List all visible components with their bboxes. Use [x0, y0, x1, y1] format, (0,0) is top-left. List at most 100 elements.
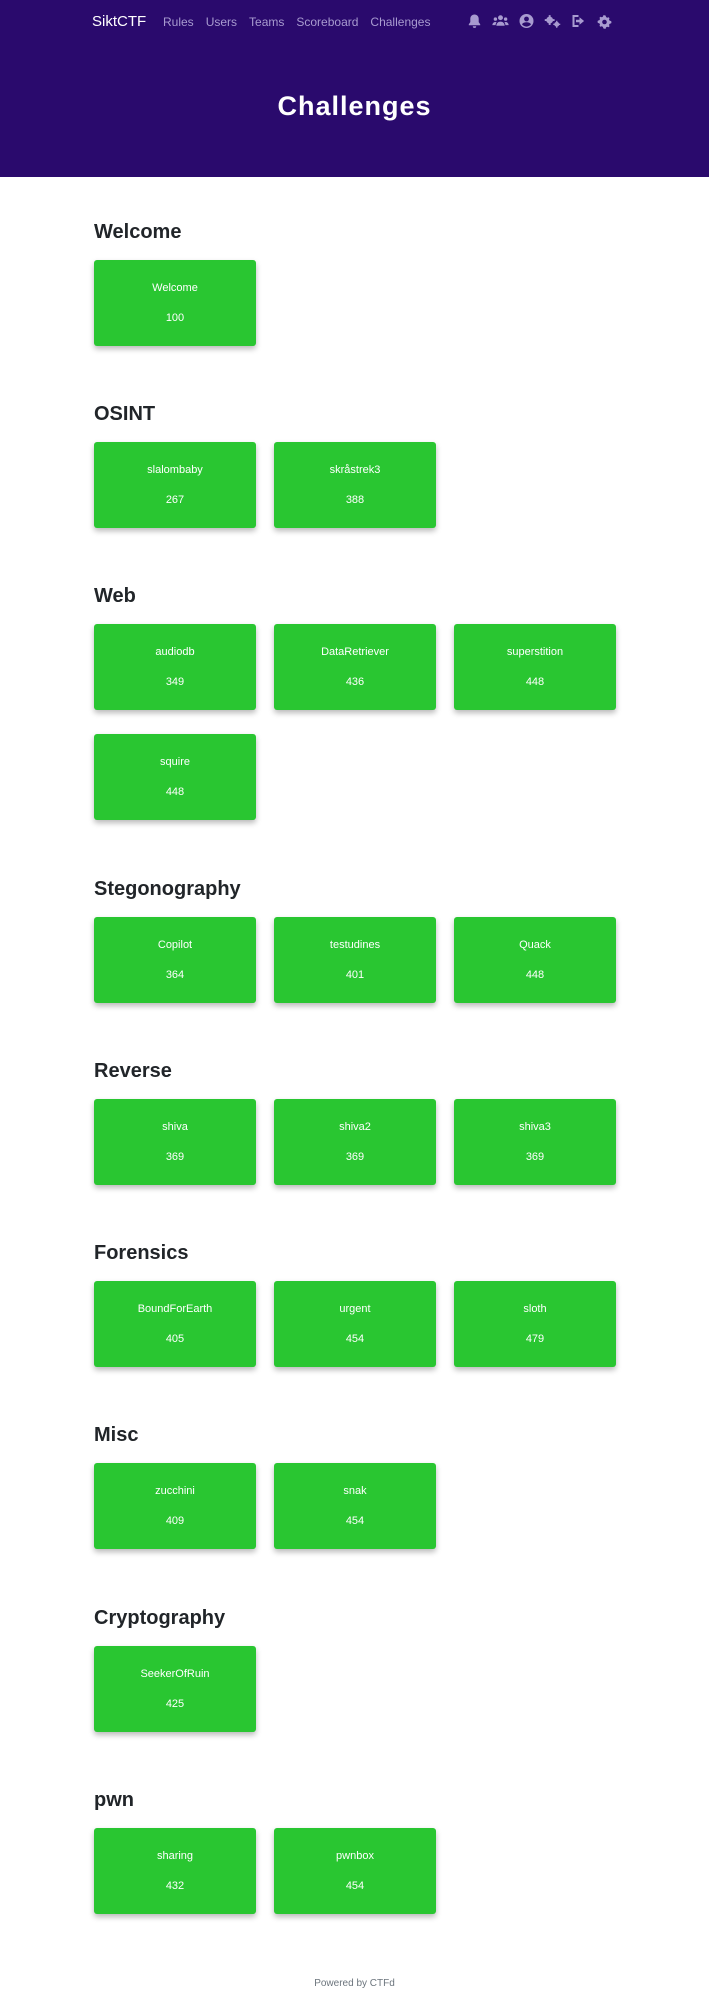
challenge-card[interactable]: sloth 479 — [454, 1281, 616, 1367]
challenge-points: 369 — [525, 1151, 545, 1163]
gear-icon[interactable] — [596, 13, 613, 29]
challenge-card[interactable]: testudines 401 — [274, 917, 436, 1003]
category-welcome: Welcome Welcome 100 — [94, 220, 634, 370]
challenge-card[interactable]: DataRetriever 436 — [274, 624, 436, 710]
challenge-name: audiodb — [155, 646, 195, 658]
challenge-points: 388 — [345, 494, 365, 506]
bell-icon[interactable] — [466, 13, 483, 29]
challenge-points: 479 — [525, 1333, 545, 1345]
brand-link[interactable]: SiktCTF — [92, 13, 146, 31]
top-navbar: SiktCTF Rules Users Teams Scoreboard Cha… — [0, 0, 709, 44]
category-title: Forensics — [94, 1242, 189, 1264]
challenge-name: testudines — [329, 939, 381, 951]
challenge-name: urgent — [339, 1303, 371, 1315]
challenge-name: shiva — [162, 1121, 188, 1133]
challenge-points: 425 — [165, 1698, 185, 1710]
challenge-list: BoundForEarth 405 urgent 454 sloth 479 — [94, 1281, 634, 1391]
category-title: OSINT — [94, 403, 156, 425]
category-title: Misc — [94, 1424, 139, 1446]
challenge-card[interactable]: Copilot 364 — [94, 917, 256, 1003]
challenge-points: 364 — [165, 969, 185, 981]
nav-link-users[interactable]: Users — [206, 15, 237, 29]
category-title: pwn — [94, 1789, 134, 1811]
challenge-card[interactable]: zucchini 409 — [94, 1463, 256, 1549]
challenge-name: skråstrek3 — [329, 464, 381, 476]
challenge-name: shiva2 — [339, 1121, 371, 1133]
challenge-card[interactable]: sharing 432 — [94, 1828, 256, 1914]
challenge-card[interactable]: SeekerOfRuin 425 — [94, 1646, 256, 1732]
challenge-list: audiodb 349 DataRetriever 436 superstiti… — [94, 624, 634, 844]
challenge-card[interactable]: squire 448 — [94, 734, 256, 820]
challenge-list: sharing 432 pwnbox 454 — [94, 1828, 634, 1938]
nav-icons — [466, 13, 622, 29]
challenge-name: shiva3 — [519, 1121, 551, 1133]
challenge-card[interactable]: pwnbox 454 — [274, 1828, 436, 1914]
challenge-card[interactable]: superstition 448 — [454, 624, 616, 710]
challenge-list: slalombaby 267 skråstrek3 388 — [94, 442, 634, 552]
challenge-points: 405 — [165, 1333, 185, 1345]
category-title: Stegonography — [94, 878, 241, 900]
nav-link-rules[interactable]: Rules — [163, 15, 194, 29]
challenge-list: Copilot 364 testudines 401 Quack 448 — [94, 917, 634, 1027]
category-osint: OSINT slalombaby 267 skråstrek3 388 — [94, 402, 634, 552]
challenge-card[interactable]: Quack 448 — [454, 917, 616, 1003]
user-circle-icon[interactable] — [518, 13, 535, 29]
nav-link-challenges[interactable]: Challenges — [370, 15, 430, 29]
category-title: Welcome — [94, 221, 182, 243]
challenge-name: SeekerOfRuin — [140, 1668, 210, 1680]
challenge-points: 448 — [165, 786, 185, 798]
challenge-points: 349 — [165, 676, 185, 688]
challenge-card[interactable]: Welcome 100 — [94, 260, 256, 346]
challenge-list: zucchini 409 snak 454 — [94, 1463, 634, 1573]
challenge-name: Copilot — [157, 939, 193, 951]
category-title: Cryptography — [94, 1607, 226, 1629]
challenge-card[interactable]: slalombaby 267 — [94, 442, 256, 528]
challenge-card[interactable]: BoundForEarth 405 — [94, 1281, 256, 1367]
challenge-name: Welcome — [152, 282, 198, 294]
challenge-card[interactable]: urgent 454 — [274, 1281, 436, 1367]
category-title: Web — [94, 585, 136, 607]
challenge-name: Quack — [519, 939, 551, 951]
cogs-icon[interactable] — [544, 13, 561, 29]
powered-by-link[interactable]: Powered by CTFd — [314, 1978, 395, 1989]
challenge-points: 448 — [525, 676, 545, 688]
challenge-card[interactable]: shiva3 369 — [454, 1099, 616, 1185]
challenge-name: pwnbox — [336, 1850, 374, 1862]
users-icon[interactable] — [492, 13, 509, 29]
challenge-card[interactable]: shiva 369 — [94, 1099, 256, 1185]
category-forensics: Forensics BoundForEarth 405 urgent 454 s… — [94, 1241, 634, 1391]
challenge-name: snak — [343, 1485, 367, 1497]
challenge-card[interactable]: skråstrek3 388 — [274, 442, 436, 528]
challenge-name: BoundForEarth — [137, 1303, 213, 1315]
category-cryptography: Cryptography SeekerOfRuin 425 — [94, 1606, 634, 1756]
challenge-points: 409 — [165, 1515, 185, 1527]
challenge-name: superstition — [506, 646, 564, 658]
nav-link-teams[interactable]: Teams — [249, 15, 284, 29]
category-title: Reverse — [94, 1060, 172, 1082]
logout-icon[interactable] — [570, 13, 587, 29]
category-reverse: Reverse shiva 369 shiva2 369 shiva3 369 — [94, 1059, 634, 1209]
challenge-name: slalombaby — [147, 464, 203, 476]
category-misc: Misc zucchini 409 snak 454 — [94, 1423, 634, 1573]
category-pwn: pwn sharing 432 pwnbox 454 — [94, 1788, 634, 1938]
challenge-name: sloth — [523, 1303, 547, 1315]
challenge-points: 448 — [525, 969, 545, 981]
challenge-name: DataRetriever — [321, 646, 389, 658]
challenge-points: 401 — [345, 969, 365, 981]
challenge-points: 369 — [345, 1151, 365, 1163]
challenge-name: sharing — [156, 1850, 194, 1862]
nav-links: Rules Users Teams Scoreboard Challenges — [163, 15, 442, 29]
page-title: Challenges — [277, 91, 432, 121]
page-header: Challenges — [0, 44, 709, 177]
challenge-list: SeekerOfRuin 425 — [94, 1646, 634, 1756]
challenge-list: Welcome 100 — [94, 260, 634, 370]
challenge-points: 369 — [165, 1151, 185, 1163]
challenge-card[interactable]: shiva2 369 — [274, 1099, 436, 1185]
category-stegonography: Stegonography Copilot 364 testudines 401… — [94, 877, 634, 1027]
challenge-card[interactable]: audiodb 349 — [94, 624, 256, 710]
category-web: Web audiodb 349 DataRetriever 436 supers… — [94, 584, 634, 844]
challenge-points: 454 — [345, 1515, 365, 1527]
nav-link-scoreboard[interactable]: Scoreboard — [296, 15, 358, 29]
challenge-points: 100 — [165, 312, 185, 324]
challenge-card[interactable]: snak 454 — [274, 1463, 436, 1549]
